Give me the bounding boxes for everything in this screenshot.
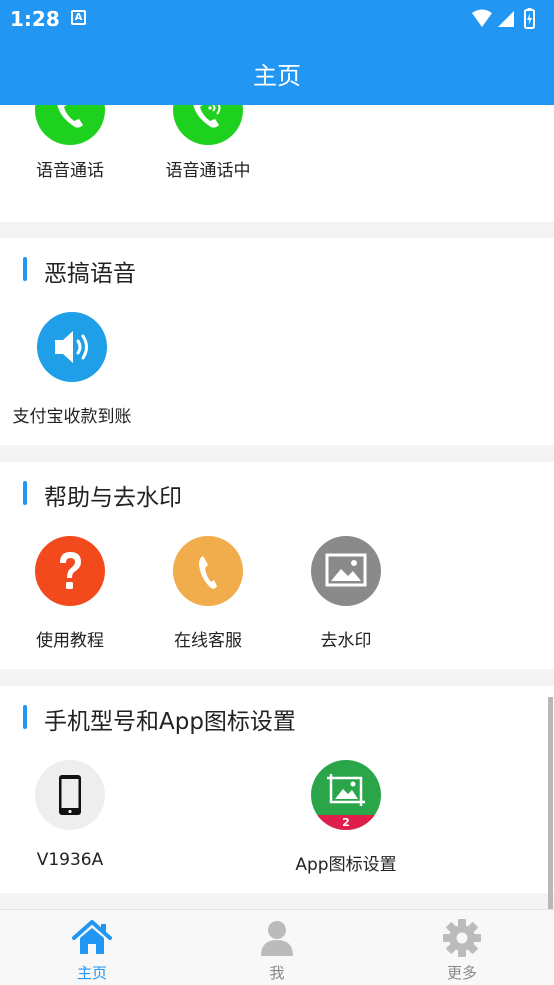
question-icon: [60, 552, 81, 589]
app-icon-settings-icon-circle: 2: [311, 760, 381, 830]
nav-item-more[interactable]: 更多: [370, 910, 554, 985]
section-title: 手机型号和App图标设置: [44, 709, 296, 735]
app-icon-badge: 2: [342, 816, 350, 829]
nav-label: 更多: [446, 964, 477, 982]
speaker-icon: [55, 331, 88, 363]
gear-icon: [443, 919, 481, 957]
home-icon: [72, 920, 112, 954]
section-accent-bar: [23, 705, 27, 729]
section-accent-bar: [23, 481, 27, 505]
item-label: App图标设置: [295, 855, 397, 875]
customer-service-icon-circle: [173, 536, 243, 606]
phone-icon: [57, 105, 83, 128]
section-accent-bar: [23, 257, 27, 281]
status-bar: 1:28 A: [0, 0, 554, 38]
scrollbar[interactable]: [548, 697, 553, 909]
section-phone-model: 手机型号和App图标设置 V1936A 2 App图标设置: [0, 686, 554, 893]
wifi-icon: [472, 9, 492, 27]
signal-icon: [498, 11, 514, 27]
section-prank-voice: 恶搞语音 支付宝收款到账: [0, 238, 554, 445]
section-title: 恶搞语音: [44, 261, 136, 287]
item-label: 语音通话中: [165, 161, 251, 181]
voice-call-ongoing-icon-circle: [173, 105, 243, 145]
notification-icon: A: [71, 10, 86, 25]
phone-ringing-icon: [193, 105, 221, 128]
app-bar: 主页: [0, 38, 554, 105]
section-title: 帮助与去水印: [44, 485, 182, 511]
nav-item-me[interactable]: 我: [185, 910, 369, 985]
image-icon: [325, 553, 367, 587]
smartphone-icon: [59, 775, 81, 815]
page-title: 主页: [253, 62, 301, 90]
person-icon: [261, 921, 293, 956]
nav-item-home[interactable]: 主页: [0, 910, 184, 985]
phone-model-icon-circle: [35, 760, 105, 830]
alipay-received-icon-circle: [37, 312, 107, 382]
remove-watermark-icon-circle: [311, 536, 381, 606]
phone-icon: [199, 556, 217, 589]
nav-label: 主页: [76, 964, 107, 982]
item-label: V1936A: [36, 850, 104, 870]
bottom-nav: 主页 我 更多: [0, 909, 554, 985]
nav-label: 我: [269, 964, 285, 982]
section-voice-call: 语音通话 语音通话中: [0, 105, 554, 222]
status-time: 1:28: [10, 7, 60, 31]
section-help-watermark: 帮助与去水印 使用教程 在线客服 去水印: [0, 462, 554, 669]
tutorial-icon-circle: [35, 536, 105, 606]
home-scroll-area[interactable]: 语音通话 语音通话中 恶搞语音 支付宝收款到账 帮助与去水印 使用教程 在线客服…: [0, 105, 554, 909]
item-label: 去水印: [320, 631, 372, 651]
status-icons: [472, 8, 535, 29]
item-label: 支付宝收款到账: [12, 407, 132, 427]
voice-call-icon-circle: [35, 105, 105, 145]
